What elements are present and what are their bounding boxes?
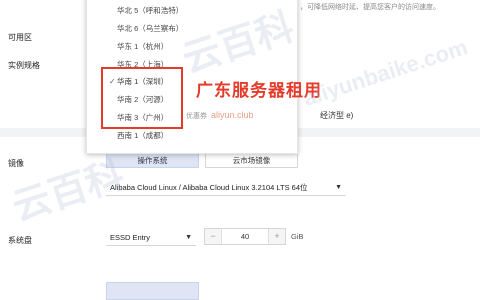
spec-label: 实例规格: [8, 61, 40, 70]
os-image-value: Alibaba Cloud Linux / Alibaba Cloud Linu…: [110, 183, 308, 192]
region-option[interactable]: 华东 1（杭州）: [87, 39, 297, 55]
minus-icon[interactable]: −: [205, 229, 222, 244]
system-disk-label: 系统盘: [8, 236, 32, 245]
spec-family-text: 经济型 e): [320, 111, 354, 120]
coupon-label: 优惠券: [186, 113, 207, 120]
image-label: 镜像: [8, 159, 24, 168]
region-option[interactable]: 华北 6（乌兰察布）: [87, 21, 297, 37]
promo-title: 广东服务器租用: [196, 81, 322, 100]
coupon-line: 优惠券 aliyun.club: [186, 110, 254, 121]
partial-tab-button[interactable]: [106, 282, 199, 300]
highlight-box: [101, 67, 183, 129]
chevron-down-icon: ▼: [185, 234, 192, 241]
plus-icon[interactable]: +: [268, 229, 285, 244]
chevron-down-icon: ▼: [335, 184, 342, 191]
os-image-select[interactable]: Alibaba Cloud Linux / Alibaba Cloud Linu…: [106, 179, 346, 196]
disk-size-stepper[interactable]: − 40 +: [204, 228, 286, 245]
disk-size-unit: GiB: [291, 232, 304, 241]
region-option[interactable]: 华北 5（呼和浩特）: [87, 3, 297, 19]
zone-hint: ，可降低网络时延、提高您客户的访问速度。: [300, 4, 440, 11]
disk-type-value: ESSD Entry: [110, 233, 151, 242]
region-option[interactable]: 西南 1（成都）: [87, 128, 297, 144]
coupon-url: aliyun.club: [211, 110, 254, 120]
disk-size-value[interactable]: 40: [221, 229, 269, 244]
disk-type-select[interactable]: ESSD Entry ▼: [106, 229, 196, 246]
zone-label: 可用区: [8, 33, 32, 42]
